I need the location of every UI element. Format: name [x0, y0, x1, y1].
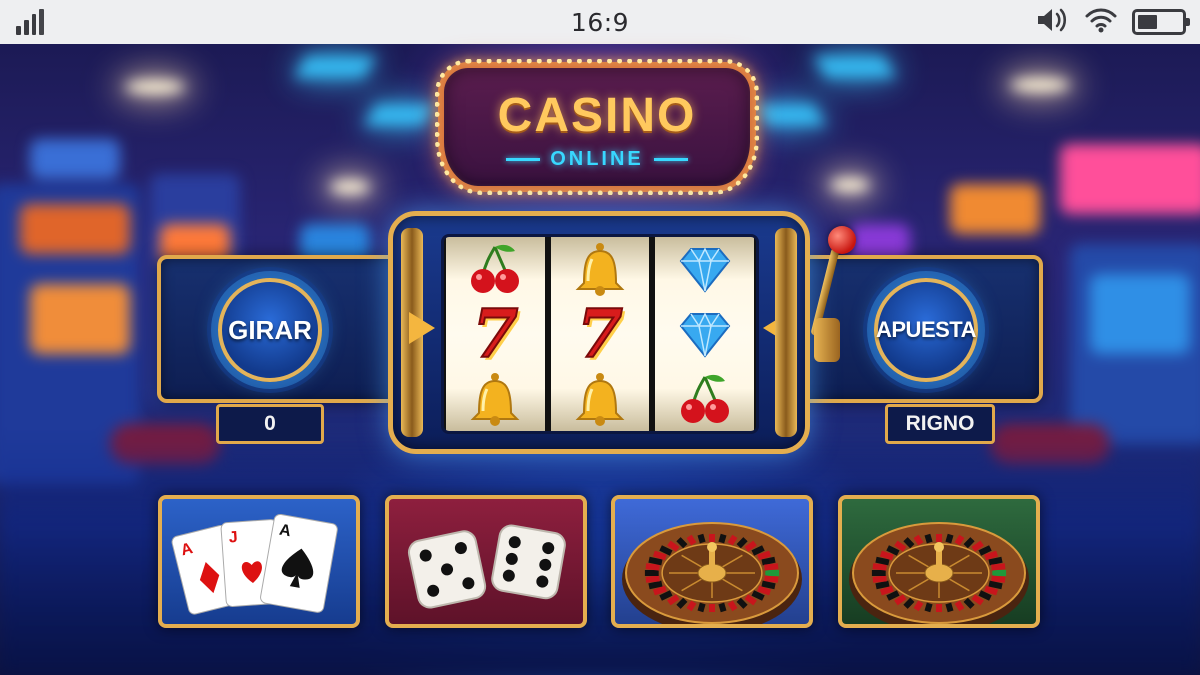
reel-3 [655, 237, 755, 431]
bell-icon [568, 371, 632, 427]
sign-title: CASINO [497, 89, 697, 142]
game-tile-cards[interactable]: A J A [158, 495, 360, 628]
seven-icon: 7 [471, 295, 519, 373]
battery-icon [1132, 9, 1190, 35]
lever-base [814, 318, 840, 362]
lever-knob-icon [828, 226, 856, 254]
battery-level [1138, 15, 1157, 29]
sign-subtitle: ONLINE [444, 148, 750, 171]
game-tile-dice[interactable] [385, 495, 587, 628]
credit-counter: 0 [216, 404, 324, 444]
reel-window: 77 [441, 234, 759, 434]
playing-cards-icon: A J A [171, 513, 338, 615]
casino-sign: CASINO ONLINE [435, 59, 759, 195]
cherry-icon [673, 371, 737, 427]
game-tile-roulette[interactable] [611, 495, 813, 628]
payline-left-arrow-icon [409, 312, 435, 344]
roulette-wheel-icon [622, 522, 802, 624]
signal-icon [16, 9, 44, 35]
slot-machine: 77 [388, 211, 810, 454]
cherry-icon [463, 241, 527, 297]
spin-button[interactable]: GIRAR [218, 278, 322, 382]
seven-icon: 7 [576, 295, 624, 373]
roulette-wheel-icon [849, 522, 1029, 624]
dice-icon [407, 524, 566, 609]
reel-2: 7 [550, 237, 650, 431]
status-time: 16:9 [570, 7, 630, 37]
status-bar: 16:9 [0, 0, 1200, 44]
card-rank-2: J [228, 529, 238, 547]
diamond-icon [673, 241, 737, 297]
bet-button[interactable]: APUESTA [874, 278, 978, 382]
payline-right-arrow-icon [763, 312, 789, 344]
slot-lever[interactable] [810, 226, 856, 366]
game-tile-roulette-2[interactable] [838, 495, 1040, 628]
reel-1: 7 [446, 237, 545, 431]
diamond-icon [673, 306, 737, 362]
bell-icon [568, 241, 632, 297]
info-counter: RIGNO [885, 404, 995, 444]
wifi-icon[interactable] [1084, 6, 1118, 39]
bell-icon [463, 371, 527, 427]
volume-icon[interactable] [1036, 6, 1070, 39]
